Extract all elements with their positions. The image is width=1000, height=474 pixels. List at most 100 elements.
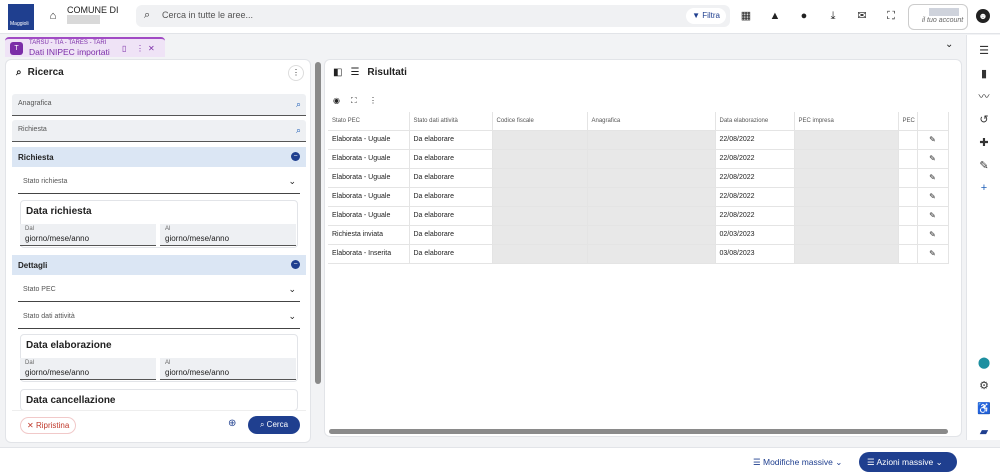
edit-icon[interactable]: ✎ [917, 225, 949, 245]
apps-grid-icon[interactable]: ▦ [738, 8, 754, 24]
search-panel-menu-icon[interactable]: ⋮ [288, 65, 304, 81]
table-row[interactable]: Elaborata - Uguale Da elaborare 22/08/2022… [328, 149, 949, 169]
more-icon[interactable]: ⋮ [136, 44, 144, 53]
edit-icon[interactable]: ✎ [917, 206, 949, 226]
close-icon[interactable]: ✕ [148, 44, 155, 53]
maggioli-logo[interactable]: Maggioli [8, 4, 34, 30]
fullscreen-icon[interactable]: ⛶ [883, 8, 899, 24]
table-row[interactable]: Elaborata - Uguale Da elaborare 22/08/2022… [328, 168, 949, 188]
collapse-icon[interactable]: − [291, 260, 300, 269]
table-row[interactable]: Richiesta inviata Da elaborare 02/03/2023 ✎ [328, 225, 949, 245]
book-icon[interactable]: ▮ [976, 66, 992, 82]
filter-button[interactable]: ▼ Filtra [686, 8, 726, 24]
results-table: Stato PEC Stato dati attività Codice fisca… [328, 112, 949, 264]
stato-richiesta-select[interactable]: Stato richiesta ⌄ [18, 172, 300, 194]
home-icon[interactable]: ⌂ [46, 10, 60, 24]
zoom-search-icon[interactable]: ⊕ [228, 418, 236, 429]
search-placeholder: Cerca in tutte le aree... [162, 10, 254, 20]
column-header[interactable]: Stato PEC [328, 112, 410, 131]
data-elaborazione-al[interactable]: Al giorno/mese/anno [160, 358, 296, 380]
column-header[interactable]: PEC impresa [794, 112, 899, 131]
column-header[interactable]: Anagrafica [587, 112, 716, 131]
section-dettagli[interactable]: Dettagli − [12, 255, 306, 275]
cell-codice-fiscale-redacted [492, 187, 588, 207]
search-icon[interactable]: ⌕ [296, 125, 301, 136]
data-richiesta-al[interactable]: Al giorno/mese/anno [160, 224, 296, 246]
column-header[interactable]: Data elaborazione [715, 112, 795, 131]
cell-pec-impresa-redacted [794, 168, 899, 188]
data-elaborazione-dal[interactable]: Dal giorno/mese/anno [20, 358, 156, 380]
warning-icon[interactable]: ▲ [767, 8, 783, 24]
cell-pec [898, 168, 918, 188]
tab-dati-inipec[interactable]: T TARSU - TIA - TARES - TARI Dati INIPEC… [5, 37, 165, 57]
collapse-icon[interactable]: − [291, 152, 300, 161]
card-title: Data richiesta [26, 206, 92, 217]
list-icon: ☰ [350, 67, 360, 78]
edit-icon[interactable]: ✎ [917, 244, 949, 264]
history-icon[interactable]: ↺ [976, 112, 992, 128]
vertical-scrollbar[interactable] [315, 62, 321, 384]
chevron-down-icon: ⌄ [288, 284, 296, 294]
mail-icon[interactable]: ✉ [854, 8, 870, 24]
search-icon: ⌕ [144, 9, 151, 21]
column-header[interactable]: Codice fiscale [492, 112, 588, 131]
more-icon[interactable]: ⋮ [369, 96, 377, 105]
cell-pec-impresa-redacted [794, 130, 899, 150]
table-row[interactable]: Elaborata - Uguale Da elaborare 22/08/2022… [328, 206, 949, 226]
add-icon[interactable]: + [976, 180, 992, 196]
cell-anagrafica-redacted [587, 225, 716, 245]
search-button[interactable]: ⌕ Cerca [248, 416, 300, 434]
bell-icon[interactable]: ● [796, 8, 812, 24]
eye-icon[interactable]: ◉ [333, 96, 340, 105]
reset-button[interactable]: ✕ Ripristina [20, 417, 77, 434]
account-button[interactable]: il tuo account [908, 4, 968, 30]
data-richiesta-dal[interactable]: Dal giorno/mese/anno [20, 224, 156, 246]
expand-icon[interactable]: ⛶ [351, 96, 357, 106]
comune-label: COMUNE DI [67, 5, 119, 15]
edit-icon[interactable]: ✎ [917, 168, 949, 188]
section-richiesta[interactable]: Richiesta − [12, 147, 306, 167]
search-panel: ⌕ Ricerca ⋮ Anagrafica ⌕ Richiesta ⌕ Richie… [5, 59, 311, 443]
bottom-bar: ☰ Modifiche massive ⌄ ☰ Azioni massive ⌄ [0, 447, 1000, 474]
edit-icon[interactable]: ✎ [917, 149, 949, 169]
table-row[interactable]: Elaborata - Uguale Da elaborare 22/08/2022… [328, 130, 949, 150]
table-toolbar: ◉ ⛶ ⋮ [331, 96, 955, 110]
cell-stato-dati: Da elaborare [409, 206, 493, 226]
richiesta-field[interactable]: Richiesta ⌕ [12, 120, 306, 142]
bookmark-icon[interactable]: ▯ [122, 44, 126, 53]
accessibility-icon[interactable]: ♿ [976, 401, 992, 417]
modifiche-massive-button[interactable]: ☰ Modifiche massive ⌄ [749, 453, 853, 471]
edit-doc-icon[interactable]: ✎ [976, 158, 992, 174]
anagrafica-field[interactable]: Anagrafica ⌕ [12, 94, 306, 116]
table-row[interactable]: Elaborata - Uguale Da elaborare 22/08/2022… [328, 187, 949, 207]
column-header[interactable]: PEC [898, 112, 918, 131]
panel-toggle-icon[interactable]: ◧ [333, 67, 342, 78]
chart-icon[interactable]: 〰 [976, 89, 992, 105]
chat-icon[interactable]: ▰ [976, 424, 992, 440]
cell-anagrafica-redacted [587, 187, 716, 207]
column-header[interactable]: Stato dati attività [409, 112, 493, 131]
edit-icon[interactable]: ✎ [917, 130, 949, 150]
cell-pec-impresa-redacted [794, 187, 899, 207]
cell-stato-pec: Elaborata - Uguale [328, 130, 410, 150]
search-panel-footer: ✕ Ripristina ⊕ ⌕ Cerca [12, 410, 306, 440]
cell-stato-dati: Da elaborare [409, 149, 493, 169]
plugin-icon[interactable]: ✚ [976, 135, 992, 151]
table-header: Stato PEC Stato dati attività Codice fisca… [328, 112, 949, 131]
search-input[interactable]: ⌕ Cerca in tutte le aree... ▼ Filtra [136, 5, 730, 27]
search-icon[interactable]: ⌕ [296, 99, 301, 110]
location-icon[interactable]: ⬤ [976, 355, 992, 371]
horizontal-scrollbar[interactable] [329, 429, 948, 434]
user-icon[interactable]: ☻ [976, 9, 990, 23]
table-row[interactable]: Elaborata - Inserita Da elaborare 03/08/20… [328, 244, 949, 264]
stato-pec-select[interactable]: Stato PEC ⌄ [18, 280, 300, 302]
list-icon[interactable]: ☰ [976, 43, 992, 59]
stato-dati-select[interactable]: Stato dati attività ⌄ [18, 307, 300, 329]
chevron-down-icon: ⌄ [288, 176, 296, 186]
cell-stato-pec: Elaborata - Uguale [328, 149, 410, 169]
chevron-down-icon[interactable]: ⌄ [945, 39, 953, 50]
settings-icon[interactable]: ⚙ [976, 378, 992, 394]
edit-icon[interactable]: ✎ [917, 187, 949, 207]
download-icon[interactable]: ⤓ [825, 8, 841, 24]
azioni-massive-button[interactable]: ☰ Azioni massive ⌄ [859, 452, 957, 472]
